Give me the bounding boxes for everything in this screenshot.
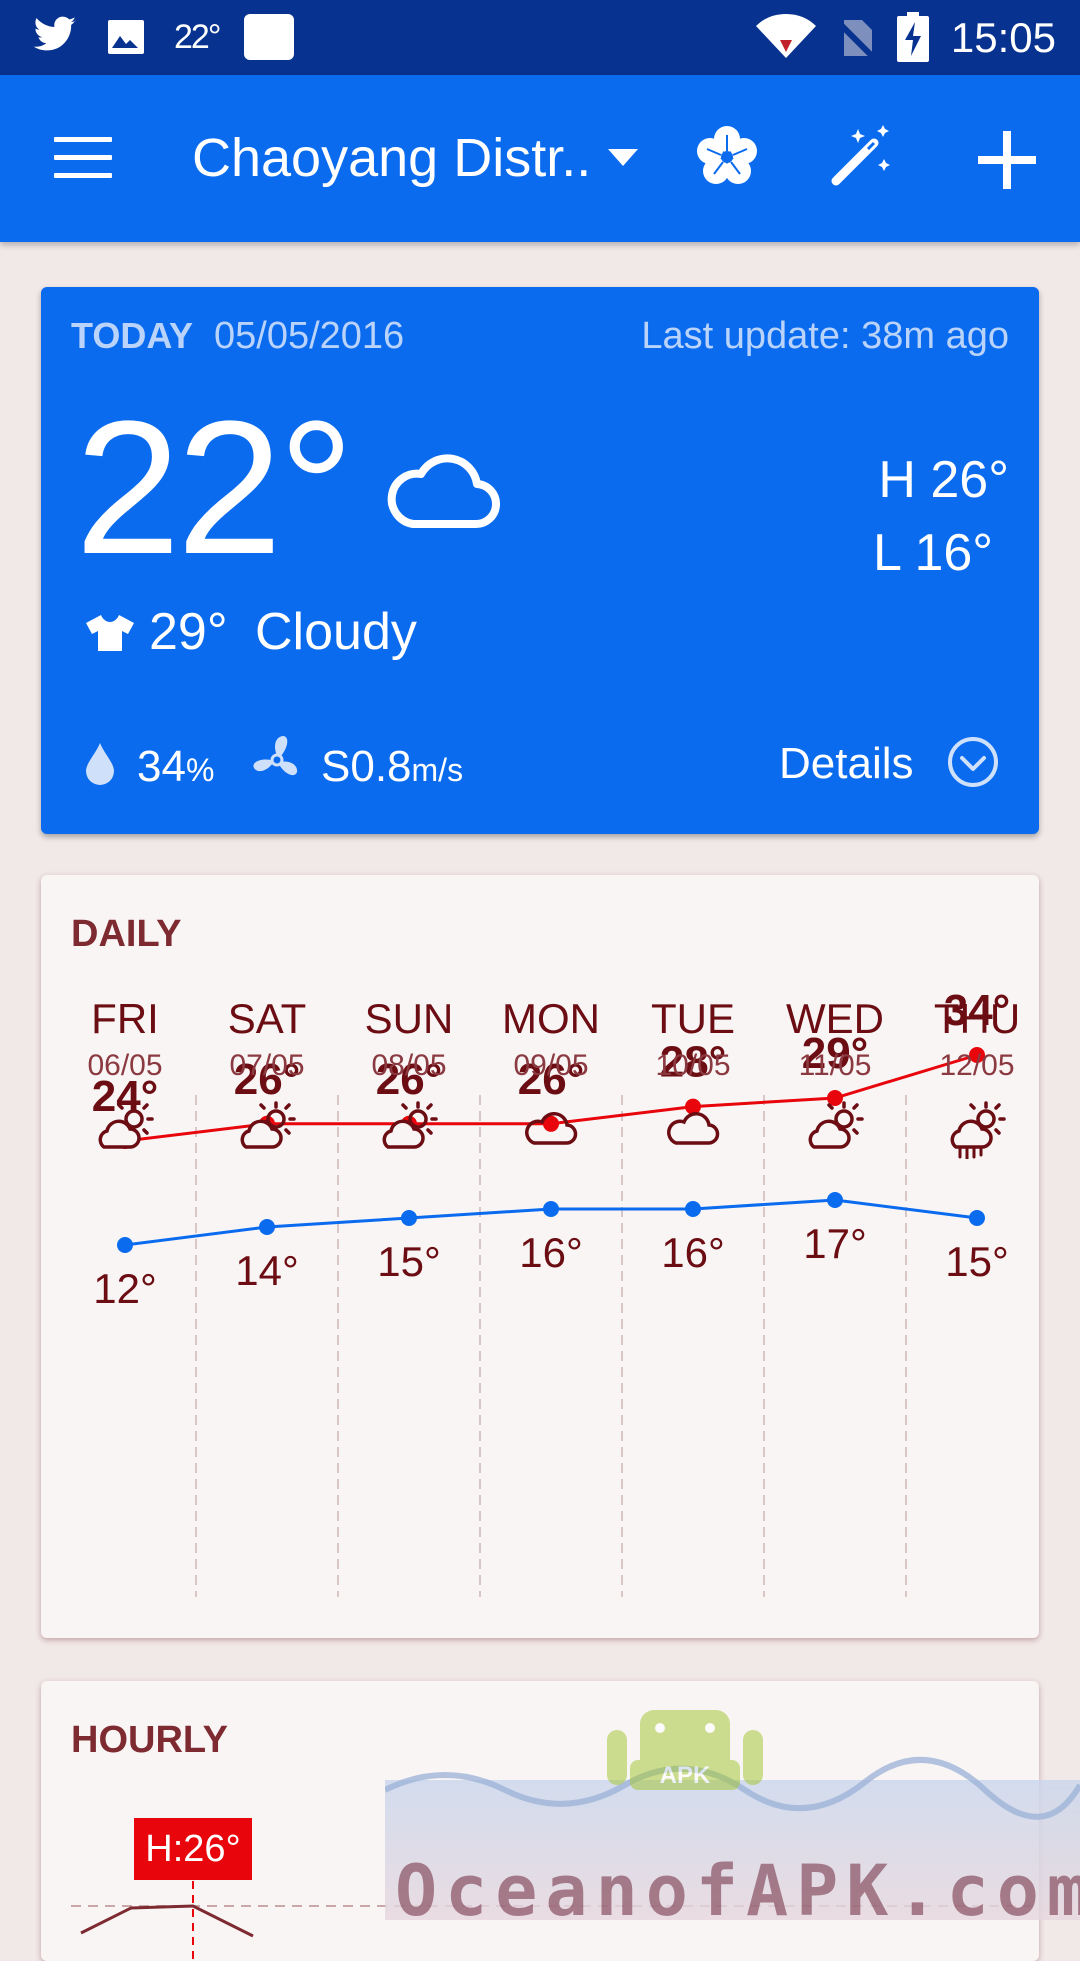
condition-text: Cloudy: [255, 603, 417, 661]
feels-like-temp: 29°: [149, 603, 228, 661]
low-temp-point: [685, 1201, 701, 1217]
hourly-high-badge: H:26°: [134, 1818, 252, 1880]
day-date: 09/05: [513, 1049, 589, 1082]
day-date: 12/05: [939, 1049, 1015, 1082]
day-name: THU: [933, 995, 1021, 1042]
day-column-fri[interactable]: FRI 06/05: [54, 995, 196, 1159]
city-selector[interactable]: Chaoyang Distr..: [192, 127, 591, 189]
day-date: 10/05: [655, 1049, 731, 1082]
day-column-tue[interactable]: TUE 10/05: [622, 995, 764, 1159]
current-temp: 22°: [75, 382, 354, 594]
low-temp-label: 15°: [945, 1238, 1009, 1285]
day-date: 08/05: [371, 1049, 447, 1082]
low-temp-point: [117, 1237, 133, 1253]
daily-card: DAILY 24° 26° 26° 26° 28° 29° 34° 12° 14° 15° 16° 1…: [41, 875, 1039, 1638]
cloud-icon: [667, 1112, 720, 1145]
shirt-icon: [86, 615, 134, 651]
low-temp-point: [259, 1219, 275, 1235]
humidity-value: 34%: [137, 742, 215, 791]
dropdown-caret-icon[interactable]: [608, 149, 638, 167]
magic-wand-icon[interactable]: [828, 123, 894, 189]
wifi-icon: [756, 14, 816, 58]
low-temp-label: 16°: [519, 1229, 583, 1276]
day-date: 07/05: [229, 1049, 305, 1082]
menu-icon[interactable]: [54, 137, 112, 179]
partly-cloudy-icon: [240, 1101, 296, 1149]
low-temp-point: [543, 1201, 559, 1217]
status-time: 15:05: [950, 14, 1056, 61]
day-name: FRI: [91, 995, 159, 1042]
rain-sun-icon: [950, 1101, 1006, 1159]
daily-temp-chart: 24° 26° 26° 26° 28° 29°34°12° 14° 15° 16° 16° 17° 1…: [92, 986, 1010, 1597]
low-temp-label: 14°: [235, 1247, 299, 1294]
battery-charging-icon: [897, 12, 929, 62]
cloud-icon: [387, 454, 501, 528]
partly-cloudy-icon: [808, 1101, 864, 1149]
plus-icon[interactable]: [976, 129, 1038, 191]
partly-cloudy-icon: [382, 1101, 438, 1149]
status-bar: 22° 15:05: [0, 0, 1080, 75]
day-name: WED: [786, 995, 884, 1042]
no-sim-icon: [833, 17, 875, 59]
day-name: TUE: [651, 995, 735, 1042]
image-icon: [108, 20, 144, 54]
day-column-sun[interactable]: SUN 08/05: [338, 995, 480, 1159]
low-temp-label: 16°: [661, 1229, 725, 1276]
wind-fan-icon: [253, 736, 298, 776]
low-temp-label: 17°: [803, 1220, 867, 1267]
day-column-sat[interactable]: SAT 07/05: [196, 995, 338, 1159]
flower-theme-icon[interactable]: [694, 123, 760, 189]
humidity-drop-icon: [86, 743, 114, 785]
today-high: H 26°: [878, 451, 1009, 509]
today-card[interactable]: TODAY 05/05/2016 Last update: 38m ago 22…: [41, 287, 1039, 834]
today-label: TODAY: [71, 315, 194, 356]
notification-square-icon: [244, 14, 294, 60]
status-temp: 22°: [174, 18, 221, 56]
low-temp-label: 12°: [93, 1265, 157, 1312]
day-date: 06/05: [87, 1049, 163, 1082]
low-temp-point: [827, 1192, 843, 1208]
last-update: Last update: 38m ago: [641, 315, 1009, 357]
day-name: SUN: [364, 995, 454, 1042]
watermark-logo-text: APK: [660, 1762, 711, 1789]
partly-cloudy-icon: [98, 1101, 154, 1149]
low-temp-label: 15°: [377, 1238, 441, 1285]
twitter-icon: [33, 16, 76, 51]
today-low: L 16°: [873, 524, 994, 582]
app-bar: Chaoyang Distr..: [0, 75, 1080, 242]
cloud-icon: [525, 1112, 578, 1145]
today-date: 05/05/2016: [214, 315, 405, 357]
low-temp-point: [401, 1210, 417, 1226]
day-column-thu[interactable]: THU 12/05: [906, 995, 1048, 1159]
chevron-down-circle-icon[interactable]: [946, 735, 1000, 789]
day-name: SAT: [227, 995, 307, 1042]
day-column-wed[interactable]: WED 11/05: [764, 995, 906, 1159]
wind-value: S0.8m/s: [321, 742, 464, 791]
day-column-mon[interactable]: MON 09/05: [480, 995, 622, 1159]
low-temp-point: [969, 1210, 985, 1226]
details-link[interactable]: Details: [779, 739, 914, 789]
day-date: 11/05: [798, 1049, 872, 1082]
day-name: MON: [502, 995, 600, 1042]
